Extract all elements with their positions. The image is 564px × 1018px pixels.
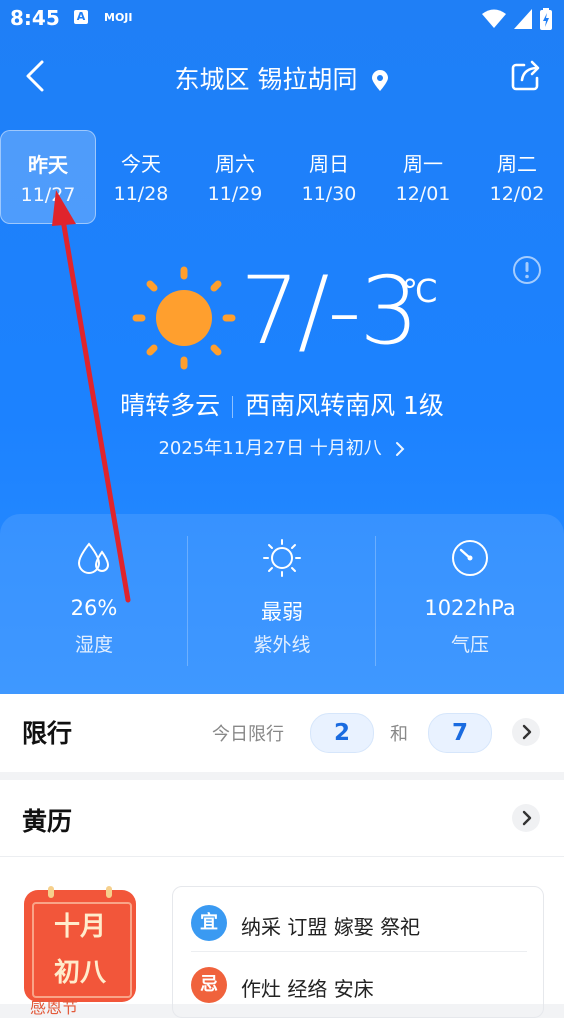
wind-info: 西南风转南风 1级 [245, 391, 444, 420]
date-text: 2025年11月27日 十月初八 [158, 438, 382, 459]
wifi-icon [482, 9, 506, 28]
day-date: 12/01 [395, 183, 451, 205]
lunar-day: 初八 [53, 958, 106, 988]
ji-row: 忌 作灶 经络 安床 [191, 965, 531, 1009]
day-name: 周日 [309, 152, 349, 176]
day-tab-monday[interactable]: 周一 12/01 [376, 130, 470, 222]
sun-icon [132, 266, 236, 370]
weather-description: 晴转多云 西南风转南风 1级 [0, 386, 564, 422]
restriction-today-label: 今日限行 [212, 724, 284, 745]
forecast-day-tabs: 昨天 11/27 今天 11/28 周六 11/29 周日 11/30 周一 1… [0, 130, 564, 224]
notification-a-icon: A [74, 10, 88, 24]
metric-value: 最弱 [261, 600, 303, 624]
signal-icon [514, 9, 532, 29]
metric-humidity[interactable]: 26% 湿度 [0, 514, 188, 694]
metric-label: 湿度 [74, 634, 113, 656]
pressure-icon [452, 540, 488, 576]
calendar-ring [106, 886, 112, 898]
day-date: 11/28 [113, 183, 169, 205]
divider [232, 396, 234, 418]
metric-value: 26% [70, 596, 118, 620]
divider [0, 856, 564, 857]
temperature-range: 7/-3 [240, 257, 419, 366]
chevron-right-icon [522, 724, 532, 740]
restriction-and-label: 和 [390, 724, 408, 745]
metric-pressure[interactable]: 1022hPa 气压 [376, 514, 564, 694]
festival-label: 感恩节 [30, 998, 79, 1017]
humidity-icon [77, 542, 110, 574]
metric-uv[interactable]: 最弱 紫外线 [188, 514, 376, 694]
day-name: 周六 [215, 152, 255, 176]
temperature-unit: ℃ [402, 272, 438, 310]
lunar-calendar-icon: 十月 初八 [24, 886, 136, 1004]
almanac-chevron-button[interactable] [512, 804, 540, 832]
day-tab-saturday[interactable]: 周六 11/29 [188, 130, 282, 222]
yi-row: 宜 纳采 订盟 嫁娶 祭祀 [191, 903, 531, 947]
day-name: 周二 [497, 152, 537, 176]
divider [191, 951, 527, 952]
day-name: 周一 [403, 152, 443, 176]
ji-badge: 忌 [191, 967, 227, 1003]
restriction-number-1: 2 [310, 713, 374, 753]
day-tab-today[interactable]: 今天 11/28 [94, 130, 188, 222]
notification-moji-icon: MOJI [104, 11, 133, 24]
share-icon[interactable] [508, 58, 544, 94]
location-title[interactable]: 东城区 锡拉胡同 [0, 60, 564, 96]
metric-value: 1022hPa [424, 596, 516, 620]
location-pin-icon [372, 70, 389, 91]
day-name: 今天 [121, 152, 161, 176]
calendar-body: 十月 初八 [24, 890, 136, 1002]
chevron-right-icon [522, 810, 532, 826]
restriction-chevron-button[interactable] [512, 718, 540, 746]
info-icon[interactable] [512, 255, 542, 285]
day-date: 11/27 [20, 184, 76, 206]
almanac-card[interactable]: 黄历 十月 初八 感恩节 宜 纳采 订盟 嫁娶 祭祀 忌 作灶 经络 安床 [0, 780, 564, 1018]
traffic-restriction-card[interactable]: 限行 今日限行 2 和 7 [0, 694, 564, 772]
uv-icon [263, 539, 301, 577]
top-navigation: 东城区 锡拉胡同 [0, 50, 564, 102]
day-tab-sunday[interactable]: 周日 11/30 [282, 130, 376, 222]
weather-metrics-panel: 26% 湿度 最弱 紫外线 1022hPa 气压 [0, 514, 564, 694]
day-tab-yesterday[interactable]: 昨天 11/27 [0, 130, 96, 224]
metric-label: 紫外线 [253, 634, 311, 656]
weather-header-area: 8:45 A MOJI 东城区 锡拉胡同 昨天 11/27 今天 11/28 周… [0, 0, 564, 694]
chevron-right-icon [395, 442, 404, 456]
weather-condition: 晴转多云 [120, 391, 221, 420]
yi-text: 纳采 订盟 嫁娶 祭祀 [241, 915, 421, 939]
restriction-title: 限行 [22, 719, 73, 748]
date-line[interactable]: 2025年11月27日 十月初八 [0, 434, 564, 460]
lunar-month: 十月 [53, 912, 106, 942]
restriction-number-2: 7 [428, 713, 492, 753]
location-name: 东城区 锡拉胡同 [174, 65, 358, 94]
status-bar: 8:45 A MOJI [0, 0, 564, 38]
almanac-title: 黄历 [22, 807, 73, 836]
day-tab-tuesday[interactable]: 周二 12/02 [470, 130, 564, 222]
status-icons [482, 8, 552, 30]
day-date: 11/29 [207, 183, 263, 205]
yi-ji-box: 宜 纳采 订盟 嫁娶 祭祀 忌 作灶 经络 安床 [172, 886, 544, 1018]
status-time: 8:45 [10, 6, 60, 30]
ji-text: 作灶 经络 安床 [241, 977, 374, 1001]
yi-badge: 宜 [191, 905, 227, 941]
metric-label: 气压 [450, 634, 489, 656]
calendar-ring [48, 886, 54, 898]
battery-icon [540, 8, 552, 30]
day-date: 11/30 [301, 183, 357, 205]
day-name: 昨天 [28, 153, 68, 177]
day-date: 12/02 [489, 183, 545, 205]
